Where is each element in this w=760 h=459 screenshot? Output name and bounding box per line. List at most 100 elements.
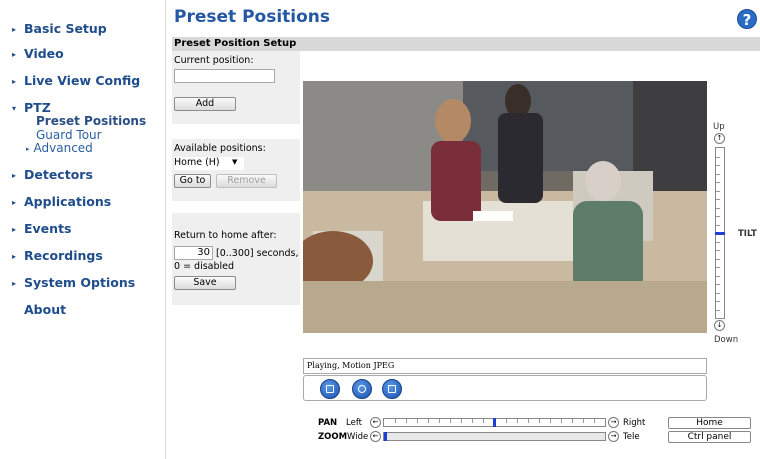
slider-tick [716,207,720,209]
chevron-down-icon: ▾ [12,104,17,113]
save-snapshot-icon[interactable] [382,379,402,399]
slider-tick [716,284,720,285]
pan-slider[interactable] [383,418,606,427]
sidebar-item-label: Applications [24,194,112,209]
slider-tick [716,309,720,311]
save-button[interactable]: Save [174,276,236,290]
tilt-slider-thumb[interactable] [715,231,725,235]
slider-tick [450,419,452,423]
slider-tick [716,275,720,277]
slider-tick [417,419,419,423]
zoom-out-arrow-icon[interactable]: ← [370,431,381,442]
slider-tick [716,250,720,251]
add-button[interactable]: Add [174,97,236,111]
chevron-right-icon: ▸ [12,252,17,261]
sidebar-item-system-options[interactable]: ▸ System Options [12,275,135,290]
chevron-right-icon: ▸ [12,279,17,288]
slider-tick [716,173,720,175]
zoom-slider[interactable] [383,432,606,441]
zoom-wide-label: Wide [347,432,369,442]
live-video-feed[interactable] [303,81,707,333]
sidebar-item-applications[interactable]: ▸ Applications [12,194,111,209]
slider-tick [439,419,441,423]
slider-tick [716,156,720,158]
slider-tick [593,419,595,423]
sidebar-item-label: Live View Config [24,73,141,88]
sidebar-item-basic-setup[interactable]: ▸ Basic Setup [12,21,107,36]
zoom-label: ZOOM [318,432,348,442]
chevron-right-icon: ▸ [12,50,17,59]
home-button[interactable]: Home [668,417,751,429]
remove-button[interactable]: Remove [216,174,277,188]
sidebar-item-about[interactable]: About [12,302,66,317]
sidebar-subitem-advanced[interactable]: ▸ Advanced [26,141,93,155]
pan-right-label: Right [623,418,646,428]
slider-tick [716,190,720,192]
zoom-tele-label: Tele [623,432,640,442]
slider-tick [461,419,463,423]
tilt-up-arrow-icon[interactable]: ↑ [714,133,725,144]
sidebar-subitem-preset-positions[interactable]: Preset Positions [36,114,146,128]
section-header: Preset Position Setup [172,37,760,51]
sidebar-subitem-guard-tour[interactable]: Guard Tour [36,128,102,142]
player-status-bar: Playing, Motion JPEG [303,358,707,374]
pan-left-label: Left [346,418,362,428]
slider-tick [716,182,720,183]
tilt-down-arrow-icon[interactable]: ↓ [714,320,725,331]
return-home-disabled-hint: 0 = disabled [174,261,235,272]
snapshot-icon[interactable] [352,379,372,399]
slider-tick [505,419,507,423]
slider-tick [406,419,408,423]
sidebar-item-ptz[interactable]: ▾ PTZ [12,100,51,115]
available-positions-select[interactable]: Home (H) ▼ [174,157,244,170]
slider-tick [428,419,430,423]
pan-right-arrow-icon[interactable]: → [608,417,619,428]
return-home-label: Return to home after: [174,230,277,241]
slider-tick [527,419,529,423]
chevron-right-icon: ▸ [12,171,17,180]
sidebar-item-detectors[interactable]: ▸ Detectors [12,167,93,182]
camera-image [303,81,707,333]
chevron-right-icon: ▸ [12,77,17,86]
sidebar-subitem-label: Advanced [33,141,93,155]
chevron-right-icon: ▸ [12,198,17,207]
return-home-seconds-input[interactable]: 30 [174,246,213,260]
slider-tick [716,292,720,294]
current-position-input[interactable] [174,69,275,83]
slider-tick [716,224,720,226]
current-position-label: Current position: [174,55,254,66]
slider-tick [560,419,562,423]
slider-tick [549,419,551,423]
help-icon[interactable]: ? [737,9,757,29]
sidebar-item-label: System Options [24,275,136,290]
slider-tick [716,258,720,260]
zoom-in-arrow-icon[interactable]: → [608,431,619,442]
page-title: Preset Positions [174,7,331,27]
stop-icon[interactable] [320,379,340,399]
slider-tick [516,419,518,423]
goto-button[interactable]: Go to [174,174,211,188]
sidebar-item-recordings[interactable]: ▸ Recordings [12,248,103,263]
sidebar-item-label: PTZ [24,100,51,115]
slider-tick [716,199,720,200]
chevron-right-icon: ▸ [12,225,17,234]
tilt-up-label: Up [713,122,725,132]
pan-left-arrow-icon[interactable]: ← [370,417,381,428]
ctrl-panel-button[interactable]: Ctrl panel [668,431,751,443]
slider-tick [716,267,720,268]
sidebar-item-live-view-config[interactable]: ▸ Live View Config [12,73,140,88]
slider-tick [716,165,720,166]
sidebar-item-label: Basic Setup [24,21,107,36]
tilt-down-label: Down [714,335,739,345]
chevron-right-icon: ▸ [26,145,30,153]
pan-slider-thumb[interactable] [493,418,496,427]
zoom-slider-thumb[interactable] [384,432,387,441]
tilt-slider[interactable] [715,147,725,319]
sidebar-item-label: Video [24,46,64,61]
pan-label: PAN [318,418,338,428]
sidebar-item-events[interactable]: ▸ Events [12,221,71,236]
sidebar-item-video[interactable]: ▸ Video [12,46,64,61]
slider-tick [571,419,573,423]
slider-tick [395,419,397,423]
sidebar-nav: ▸ Basic Setup ▸ Video ▸ Live View Config ▾ P… [0,0,166,459]
